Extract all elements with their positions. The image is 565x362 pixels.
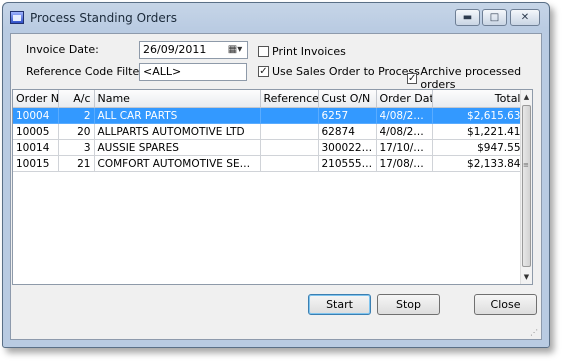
column-header-total[interactable]: Total (432, 90, 525, 108)
cell-total: $947.55 (432, 139, 525, 156)
minimize-button[interactable]: ▬ (455, 9, 480, 26)
cell-total: $1,221.41 (432, 123, 525, 140)
ref-filter-label: Reference Code Filter: (26, 65, 148, 78)
cell-order-no: 10015 (13, 155, 59, 172)
cell-reference (260, 107, 319, 124)
invoice-date-value: 26/09/2011 (143, 43, 207, 56)
print-invoices-checkbox[interactable]: Print Invoices (258, 45, 346, 58)
archive-orders-box[interactable]: ✓ (407, 72, 418, 84)
vertical-scrollbar[interactable]: ▲ ≡ ▼ (520, 90, 532, 284)
column-header-name[interactable]: Name (94, 90, 261, 108)
scroll-thumb[interactable]: ≡ (522, 105, 531, 267)
scroll-down-icon[interactable]: ▼ (521, 270, 532, 284)
cell-order-date: 4/08/2010 (376, 107, 433, 124)
cell-name: ALL CAR PARTS (94, 107, 261, 124)
use-sales-order-checkbox[interactable]: ✓ Use Sales Order to Process (258, 65, 420, 78)
table-row[interactable]: 10005 20 ALLPARTS AUTOMOTIVE LTD 62874 4… (13, 123, 525, 140)
cell-order-no: 10005 (13, 123, 59, 140)
print-invoices-label: Print Invoices (272, 45, 346, 58)
cell-total: $2,615.63 (432, 107, 525, 124)
archive-orders-checkbox[interactable]: ✓ Archive processed orders (407, 65, 541, 91)
column-header-order-date[interactable]: Order Date (376, 90, 433, 108)
column-header-reference[interactable]: Reference (260, 90, 319, 108)
close-button[interactable]: Close (474, 294, 537, 315)
stop-button[interactable]: Stop (377, 294, 440, 315)
table-row[interactable]: 10014 3 AUSSIE SPARES 30002255 17/10/201… (13, 139, 525, 156)
maximize-button[interactable]: □ (482, 9, 507, 26)
cell-order-date: 17/10/2010 (376, 139, 433, 156)
invoice-date-field[interactable]: 26/09/2011 ▦▾ (139, 41, 248, 59)
use-sales-order-box[interactable]: ✓ (258, 66, 269, 77)
dialog-body: Invoice Date: 26/09/2011 ▦▾ Reference Co… (10, 33, 542, 340)
cell-name: ALLPARTS AUTOMOTIVE LTD (94, 123, 261, 140)
cell-reference (260, 155, 319, 172)
table-row[interactable]: 10015 21 COMFORT AUTOMOTIVE SERVICES... … (13, 155, 525, 172)
close-window-button[interactable]: ✕ (510, 9, 540, 26)
app-icon (10, 11, 24, 24)
cell-reference (260, 139, 319, 156)
orders-grid[interactable]: Order No A/c Name Reference Cust O/N Ord… (12, 89, 533, 285)
cell-order-no: 10014 (13, 139, 59, 156)
cell-order-no: 10004 (13, 107, 59, 124)
cell-total: $2,133.84 (432, 155, 525, 172)
window-title: Process Standing Orders (30, 11, 177, 25)
column-header-order-no[interactable]: Order No (13, 90, 59, 108)
cell-order-date: 17/08/2010 (376, 155, 433, 172)
cell-cust-on: 21055599 (318, 155, 377, 172)
start-button[interactable]: Start (308, 294, 371, 315)
invoice-date-label: Invoice Date: (26, 43, 99, 56)
cell-ac: 21 (58, 155, 95, 172)
cell-ac: 3 (58, 139, 95, 156)
title-bar[interactable]: Process Standing Orders ▬ □ ✕ (3, 3, 549, 33)
use-sales-order-label: Use Sales Order to Process (272, 65, 420, 78)
print-invoices-box[interactable] (258, 46, 269, 57)
cell-ac: 2 (58, 107, 95, 124)
cell-reference (260, 123, 319, 140)
cell-cust-on: 30002255 (318, 139, 377, 156)
archive-orders-label: Archive processed orders (420, 65, 522, 91)
orders-table: Order No A/c Name Reference Cust O/N Ord… (13, 90, 525, 172)
scroll-grip-icon: ≡ (523, 161, 529, 169)
scroll-up-icon[interactable]: ▲ (521, 90, 532, 104)
cell-name: COMFORT AUTOMOTIVE SERVICES... (94, 155, 261, 172)
header-row: Order No A/c Name Reference Cust O/N Ord… (13, 90, 525, 108)
cell-cust-on: 62874 (318, 123, 377, 140)
table-row[interactable]: 10004 2 ALL CAR PARTS 6257 4/08/2010 $2,… (13, 107, 525, 124)
cell-ac: 20 (58, 123, 95, 140)
calendar-dropdown-icon[interactable]: ▦▾ (225, 43, 245, 57)
resize-grip-icon[interactable]: ⋰ (530, 328, 538, 337)
column-header-ac[interactable]: A/c (58, 90, 95, 108)
cell-cust-on: 6257 (318, 107, 377, 124)
cell-order-date: 4/08/2010 (376, 123, 433, 140)
dialog-window: Process Standing Orders ▬ □ ✕ Invoice Da… (2, 2, 550, 348)
column-header-cust-on[interactable]: Cust O/N (318, 90, 377, 108)
cell-name: AUSSIE SPARES (94, 139, 261, 156)
ref-filter-input[interactable]: <ALL> (139, 63, 247, 81)
